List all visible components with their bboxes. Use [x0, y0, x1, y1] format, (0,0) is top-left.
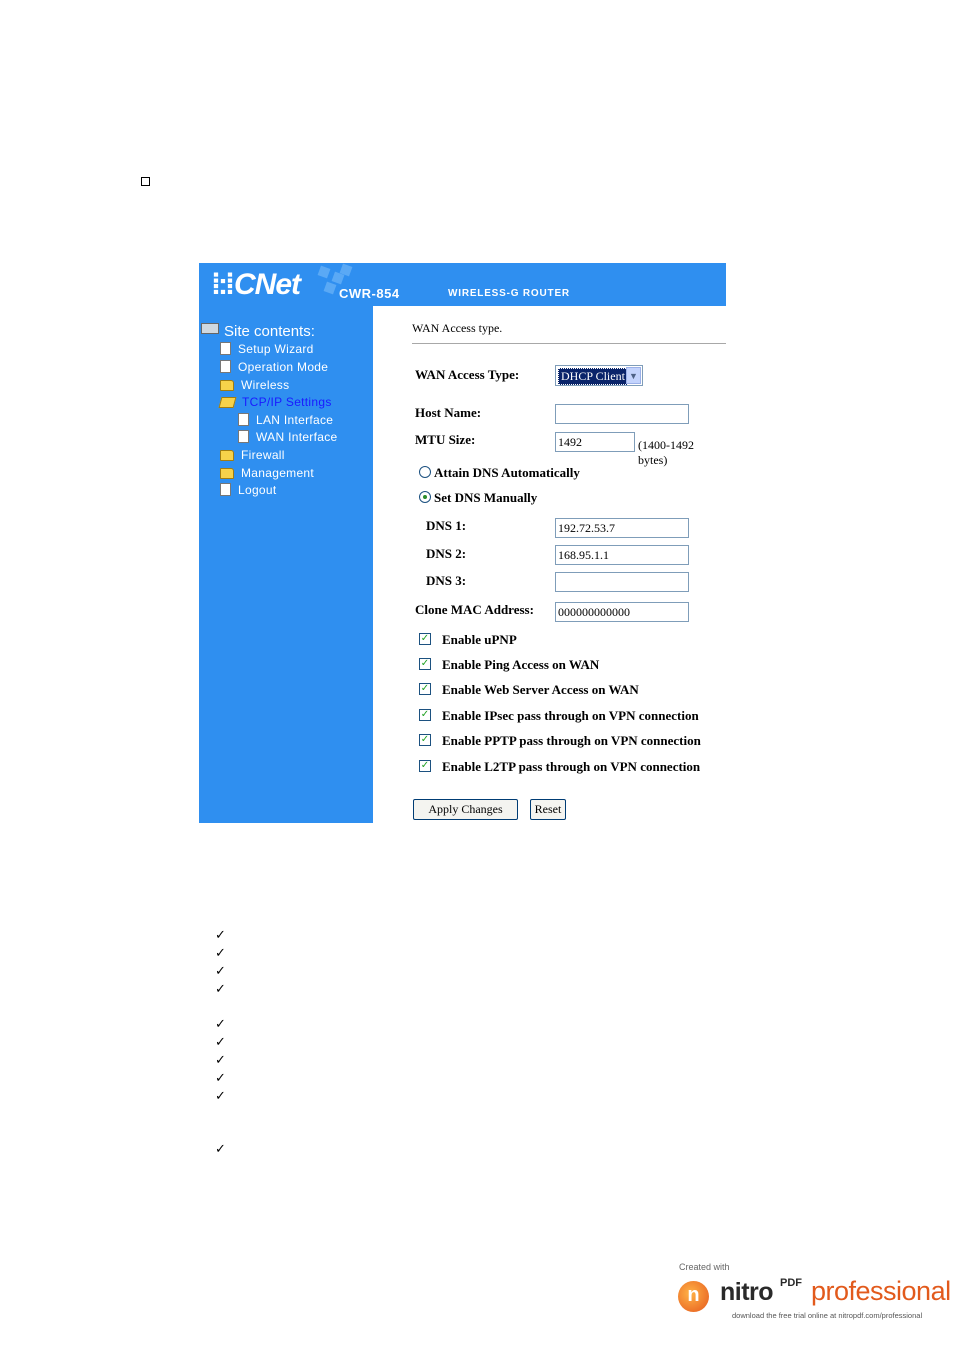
sidebar: Site contents: Setup Wizard Operation Mo… [199, 306, 373, 823]
sidebar-item-wan-interface[interactable]: WAN Interface [238, 430, 337, 444]
sidebar-item-logout[interactable]: Logout [220, 483, 277, 497]
document-icon [220, 483, 231, 496]
enable-pptp-label: Enable PPTP pass through on VPN connecti… [442, 733, 701, 748]
site-contents-heading: Site contents: [201, 323, 315, 340]
check-bullet-icon: ✓ [215, 1071, 226, 1086]
nitro-logo-icon: n [678, 1281, 709, 1312]
check-bullet-icon: ✓ [215, 1053, 226, 1068]
watermark-created-text: Created with [679, 1262, 730, 1272]
enable-ipsec-label: Enable IPsec pass through on VPN connect… [442, 708, 699, 723]
nitro-watermark: Created with n nitro PDF professional do… [677, 1262, 951, 1322]
folder-icon [220, 380, 234, 391]
section-title: WAN Access type. [412, 321, 503, 335]
square-bullet-icon [141, 177, 150, 186]
document-icon [238, 430, 249, 443]
wan-access-type-label: WAN Access Type: [415, 367, 520, 382]
sidebar-item-operation-mode[interactable]: Operation Mode [220, 360, 328, 374]
watermark-product: professional [811, 1276, 951, 1306]
enable-l2tp-label: Enable L2TP pass through on VPN connecti… [442, 759, 701, 774]
router-header: ⁞:⁞CNet CWR-854 WIRELESS-G ROUTER [199, 263, 726, 306]
enable-upnp-label: Enable uPNP [442, 632, 517, 647]
enable-ping-wan-label: Enable Ping Access on WAN [442, 657, 600, 672]
router-model: CWR-854 [339, 286, 400, 301]
watermark-trial-text: download the free trial online at nitrop… [732, 1311, 923, 1320]
enable-pptp-checkbox[interactable]: ✓ [419, 734, 431, 746]
enable-ipsec-checkbox[interactable]: ✓ [419, 709, 431, 721]
dns2-input[interactable] [555, 545, 689, 565]
check-bullet-icon: ✓ [215, 964, 226, 979]
check-bullet-icon: ✓ [215, 982, 226, 997]
dns-auto-radio[interactable] [419, 466, 431, 478]
mtu-size-label: MTU Size: [415, 432, 476, 447]
document-icon [220, 342, 231, 355]
check-bullet-icon: ✓ [215, 946, 226, 961]
check-bullet-icon: ✓ [215, 1017, 226, 1032]
sidebar-item-lan-interface[interactable]: LAN Interface [238, 413, 333, 427]
enable-web-server-wan-checkbox[interactable]: ✓ [419, 683, 431, 695]
dns2-label: DNS 2: [426, 546, 467, 561]
clone-mac-input[interactable] [555, 602, 689, 622]
dns3-input[interactable] [555, 572, 689, 592]
enable-ping-wan-checkbox[interactable]: ✓ [419, 658, 431, 670]
dns-manual-radio[interactable] [419, 491, 431, 503]
chevron-down-icon[interactable]: ▼ [626, 367, 641, 384]
reset-button[interactable]: Reset [530, 799, 566, 820]
sidebar-item-management[interactable]: Management [220, 466, 314, 480]
document-icon [238, 413, 249, 426]
enable-upnp-checkbox[interactable]: ✓ [419, 633, 431, 645]
dns-manual-label: Set DNS Manually [434, 490, 538, 505]
wan-access-type-select[interactable]: DHCP Client ▼ [555, 365, 643, 386]
sidebar-item-firewall[interactable]: Firewall [220, 448, 285, 462]
wan-access-type-value: DHCP Client [558, 368, 628, 385]
sidebar-item-setup-wizard[interactable]: Setup Wizard [220, 342, 314, 356]
divider [412, 343, 726, 344]
sidebar-item-wireless[interactable]: Wireless [220, 378, 289, 392]
mtu-size-input[interactable] [555, 432, 635, 452]
watermark-brand: nitro [720, 1278, 774, 1306]
folder-icon [220, 450, 234, 461]
dns1-input[interactable] [555, 518, 689, 538]
enable-l2tp-checkbox[interactable]: ✓ [419, 760, 431, 772]
cnet-logo: ⁞:⁞CNet [211, 268, 301, 301]
enable-web-server-wan-label: Enable Web Server Access on WAN [442, 682, 639, 697]
check-bullet-icon: ✓ [215, 1035, 226, 1050]
check-bullet-icon: ✓ [215, 928, 226, 943]
host-name-label: Host Name: [415, 405, 482, 420]
dns3-label: DNS 3: [426, 573, 467, 588]
document-icon [220, 360, 231, 373]
dns1-label: DNS 1: [426, 518, 467, 533]
sidebar-item-tcpip-settings[interactable]: TCP/IP Settings [218, 395, 332, 409]
check-bullet-icon: ✓ [215, 1142, 226, 1157]
router-subtitle: WIRELESS-G ROUTER [448, 288, 570, 299]
check-bullet-icon: ✓ [215, 1089, 226, 1104]
computer-icon [201, 323, 219, 334]
clone-mac-label: Clone MAC Address: [415, 602, 534, 617]
router-screenshot: ⁞:⁞CNet CWR-854 WIRELESS-G ROUTER Site c… [199, 263, 726, 823]
mtu-size-hint: (1400-1492 bytes) [638, 438, 694, 467]
folder-open-icon [218, 397, 237, 408]
apply-changes-button[interactable]: Apply Changes [413, 799, 518, 820]
dns-auto-label: Attain DNS Automatically [434, 465, 580, 480]
folder-icon [220, 468, 234, 479]
host-name-input[interactable] [555, 404, 689, 424]
watermark-brand-sup: PDF [780, 1277, 802, 1289]
